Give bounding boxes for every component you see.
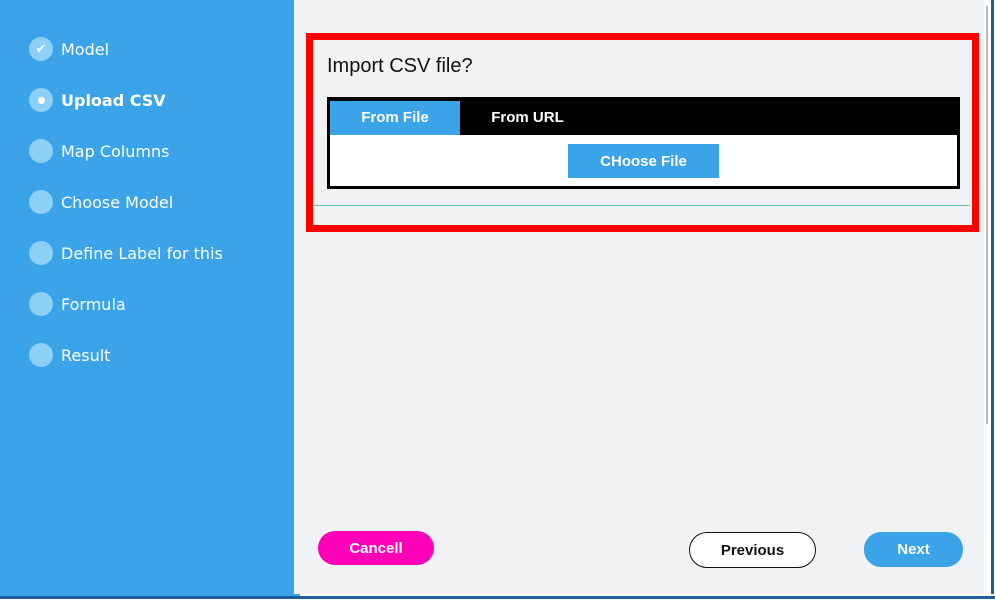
pending-step-icon bbox=[29, 343, 53, 367]
step-map-columns[interactable]: Map Columns bbox=[29, 139, 169, 163]
step-label: Result bbox=[61, 345, 111, 365]
step-define-label[interactable]: Define Label for this bbox=[29, 241, 223, 265]
step-label: Define Label for this bbox=[61, 243, 223, 263]
cancel-button[interactable]: Cancell bbox=[318, 531, 434, 565]
step-model[interactable]: ✔ Model bbox=[29, 37, 109, 61]
next-button[interactable]: Next bbox=[864, 532, 963, 567]
window-right-edge bbox=[984, 0, 995, 601]
scrollbar-track[interactable] bbox=[986, 6, 988, 424]
import-tabs: From File From URL CHoose File bbox=[327, 97, 960, 189]
window-border bbox=[0, 596, 995, 599]
pending-step-icon bbox=[29, 190, 53, 214]
step-result[interactable]: Result bbox=[29, 343, 110, 367]
tabs-header: From File From URL bbox=[330, 100, 957, 135]
pending-step-icon bbox=[29, 139, 53, 163]
check-icon: ✔ bbox=[29, 37, 53, 61]
window-border bbox=[991, 0, 994, 601]
current-step-icon bbox=[29, 88, 53, 112]
wizard-sidebar: ✔ Model Upload CSV Map Columns Choose Mo… bbox=[0, 0, 294, 594]
choose-file-button[interactable]: CHoose File bbox=[568, 144, 719, 178]
step-label: Choose Model bbox=[61, 192, 174, 212]
window-bottom-edge bbox=[0, 594, 995, 601]
step-upload-csv[interactable]: Upload CSV bbox=[29, 88, 166, 112]
pending-step-icon bbox=[29, 241, 53, 265]
previous-button[interactable]: Previous bbox=[689, 532, 816, 568]
step-formula[interactable]: Formula bbox=[29, 292, 126, 316]
card-title: Import CSV file? bbox=[327, 55, 473, 77]
step-choose-model[interactable]: Choose Model bbox=[29, 190, 173, 214]
tab-from-url[interactable]: From URL bbox=[460, 100, 595, 135]
step-label: Model bbox=[61, 39, 110, 59]
divider bbox=[314, 205, 970, 206]
tab-from-file[interactable]: From File bbox=[330, 101, 460, 135]
step-label: Map Columns bbox=[61, 141, 170, 161]
pending-step-icon bbox=[29, 292, 53, 316]
step-label: Upload CSV bbox=[61, 90, 166, 110]
step-label: Formula bbox=[61, 294, 126, 314]
